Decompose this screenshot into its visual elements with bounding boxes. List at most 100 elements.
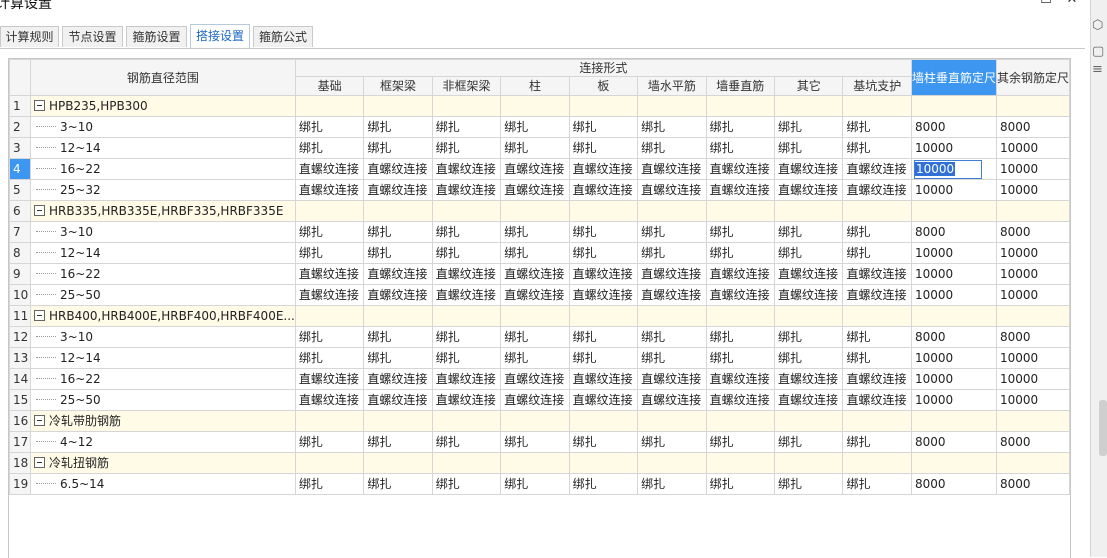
connection-cell[interactable]: 绑扎: [568, 431, 639, 453]
connection-cell[interactable]: 直螺纹连接: [363, 284, 433, 306]
table-row[interactable]: 7 3~10 绑扎 绑扎 绑扎 绑扎 绑扎 绑扎 绑扎 绑扎 绑扎 8000 8000: [9, 221, 1071, 243]
range-cell[interactable]: 4~12: [30, 431, 296, 453]
connection-cell[interactable]: 直螺纹连接: [637, 263, 707, 285]
connection-cell[interactable]: 绑扎: [842, 326, 912, 348]
wall-column-length-cell[interactable]: [910, 452, 997, 474]
connection-cell[interactable]: [363, 410, 433, 432]
connection-cell[interactable]: 绑扎: [705, 431, 776, 453]
wall-column-length-cell[interactable]: [910, 200, 997, 222]
column-header[interactable]: 墙水平筋: [637, 76, 707, 96]
connection-cell[interactable]: 绑扎: [637, 242, 707, 264]
connection-cell[interactable]: 直螺纹连接: [842, 284, 912, 306]
connection-cell[interactable]: 绑扎: [774, 326, 844, 348]
collapse-toggle-icon[interactable]: [34, 415, 45, 426]
wall-column-length-cell[interactable]: 10000: [910, 284, 997, 306]
other-length-cell[interactable]: 10000: [995, 263, 1071, 285]
connection-cell[interactable]: 直螺纹连接: [568, 179, 639, 201]
table-row[interactable]: 17 4~12 绑扎 绑扎 绑扎 绑扎 绑扎 绑扎 绑扎 绑扎 绑扎 8000 8000: [9, 431, 1071, 453]
other-length-cell[interactable]: 8000: [995, 326, 1071, 348]
connection-cell[interactable]: 绑扎: [568, 347, 639, 369]
other-length-cell[interactable]: 8000: [995, 473, 1071, 495]
connection-cell[interactable]: 绑扎: [500, 221, 570, 243]
connection-cell[interactable]: [363, 305, 433, 327]
table-row[interactable]: 10 25~50 直螺纹连接 直螺纹连接 直螺纹连接 直螺纹连接 直螺纹连接 直螺纹连接 直螺纹…: [9, 284, 1071, 306]
connection-cell[interactable]: [842, 410, 912, 432]
connection-cell[interactable]: 直螺纹连接: [431, 389, 502, 411]
connection-cell[interactable]: 绑扎: [363, 326, 433, 348]
wall-column-length-header[interactable]: 墙柱垂直筋定尺: [910, 59, 997, 96]
connection-cell[interactable]: 绑扎: [774, 221, 844, 243]
other-length-cell[interactable]: 8000: [995, 116, 1071, 138]
connection-cell[interactable]: 直螺纹连接: [500, 368, 570, 390]
connection-cell[interactable]: 直螺纹连接: [842, 263, 912, 285]
connection-cell[interactable]: 绑扎: [294, 326, 365, 348]
column-header[interactable]: 柱: [500, 76, 570, 96]
group-row[interactable]: 16 冷轧带肋钢筋: [9, 410, 1071, 432]
connection-cell[interactable]: 绑扎: [431, 431, 502, 453]
other-length-cell[interactable]: 10000: [995, 158, 1071, 180]
wall-column-length-cell[interactable]: 10000: [910, 368, 997, 390]
wall-column-length-cell[interactable]: 10000: [910, 137, 997, 159]
connection-cell[interactable]: 绑扎: [568, 242, 639, 264]
other-length-cell[interactable]: [995, 200, 1071, 222]
connection-cell[interactable]: 直螺纹连接: [431, 179, 502, 201]
wall-column-length-cell[interactable]: [910, 95, 997, 117]
group-row[interactable]: 11 HRB400,HRB400E,HRBF400,HRBF400E...: [9, 305, 1071, 327]
column-header[interactable]: 基础: [294, 76, 365, 96]
group-row[interactable]: 18 冷轧扭钢筋: [9, 452, 1071, 474]
connection-cell[interactable]: 直螺纹连接: [568, 263, 639, 285]
connection-cell[interactable]: 绑扎: [705, 473, 776, 495]
connection-cell[interactable]: 直螺纹连接: [637, 284, 707, 306]
connection-cell[interactable]: 绑扎: [363, 242, 433, 264]
range-cell[interactable]: 12~14: [30, 137, 296, 159]
column-header[interactable]: 墙垂直筋: [705, 76, 776, 96]
connection-cell[interactable]: [774, 200, 844, 222]
connection-cell[interactable]: [568, 95, 639, 117]
connection-cell[interactable]: 绑扎: [842, 242, 912, 264]
connection-cell[interactable]: [774, 305, 844, 327]
connection-cell[interactable]: 绑扎: [568, 221, 639, 243]
connection-cell[interactable]: 绑扎: [431, 221, 502, 243]
tab-lap-settings[interactable]: 搭接设置: [190, 24, 250, 48]
table-row[interactable]: 13 12~14 绑扎 绑扎 绑扎 绑扎 绑扎 绑扎 绑扎 绑扎 绑扎 10000 10000: [9, 347, 1071, 369]
connection-cell[interactable]: 绑扎: [568, 137, 639, 159]
range-cell[interactable]: 6.5~14: [30, 473, 296, 495]
connection-cell[interactable]: 绑扎: [568, 116, 639, 138]
column-header[interactable]: 框架梁: [363, 76, 433, 96]
connection-cell[interactable]: 直螺纹连接: [568, 389, 639, 411]
wall-column-length-cell[interactable]: 10000: [910, 179, 997, 201]
range-cell[interactable]: 16~22: [30, 158, 296, 180]
table-row[interactable]: 12 3~10 绑扎 绑扎 绑扎 绑扎 绑扎 绑扎 绑扎 绑扎 绑扎 8000 8000: [9, 326, 1071, 348]
other-length-cell[interactable]: 10000: [995, 137, 1071, 159]
connection-cell[interactable]: [568, 305, 639, 327]
connection-cell[interactable]: 直螺纹连接: [774, 389, 844, 411]
connection-cell[interactable]: 绑扎: [431, 242, 502, 264]
connection-cell[interactable]: 绑扎: [500, 137, 570, 159]
range-cell[interactable]: 3~10: [30, 326, 296, 348]
tab-stirrup-formula[interactable]: 箍筋公式: [253, 26, 313, 47]
connection-cell[interactable]: 绑扎: [705, 221, 776, 243]
wall-column-length-cell[interactable]: 10000: [910, 158, 997, 180]
connection-cell[interactable]: [500, 200, 570, 222]
table-row[interactable]: 19 6.5~14 绑扎 绑扎 绑扎 绑扎 绑扎 绑扎 绑扎 绑扎 绑扎 8000 8000: [9, 473, 1071, 495]
connection-cell[interactable]: 直螺纹连接: [568, 158, 639, 180]
connection-cell[interactable]: 绑扎: [363, 431, 433, 453]
connection-cell[interactable]: 直螺纹连接: [500, 284, 570, 306]
wall-column-length-cell[interactable]: 10000: [910, 347, 997, 369]
connection-cell[interactable]: 绑扎: [637, 137, 707, 159]
connection-cell[interactable]: 直螺纹连接: [842, 389, 912, 411]
connection-cell[interactable]: 绑扎: [294, 116, 365, 138]
connection-cell[interactable]: [568, 452, 639, 474]
connection-cell[interactable]: 绑扎: [363, 347, 433, 369]
connection-cell[interactable]: 直螺纹连接: [842, 179, 912, 201]
group-label-cell[interactable]: HRB400,HRB400E,HRBF400,HRBF400E...: [30, 305, 296, 327]
connection-cell[interactable]: 绑扎: [842, 347, 912, 369]
wall-column-length-cell[interactable]: 8000: [910, 116, 997, 138]
other-length-cell[interactable]: [995, 95, 1071, 117]
connection-cell[interactable]: [705, 452, 776, 474]
connection-cell[interactable]: [294, 305, 365, 327]
connection-cell[interactable]: 绑扎: [431, 326, 502, 348]
connection-cell[interactable]: 直螺纹连接: [568, 368, 639, 390]
range-cell[interactable]: 3~10: [30, 116, 296, 138]
connection-cell[interactable]: 绑扎: [705, 137, 776, 159]
